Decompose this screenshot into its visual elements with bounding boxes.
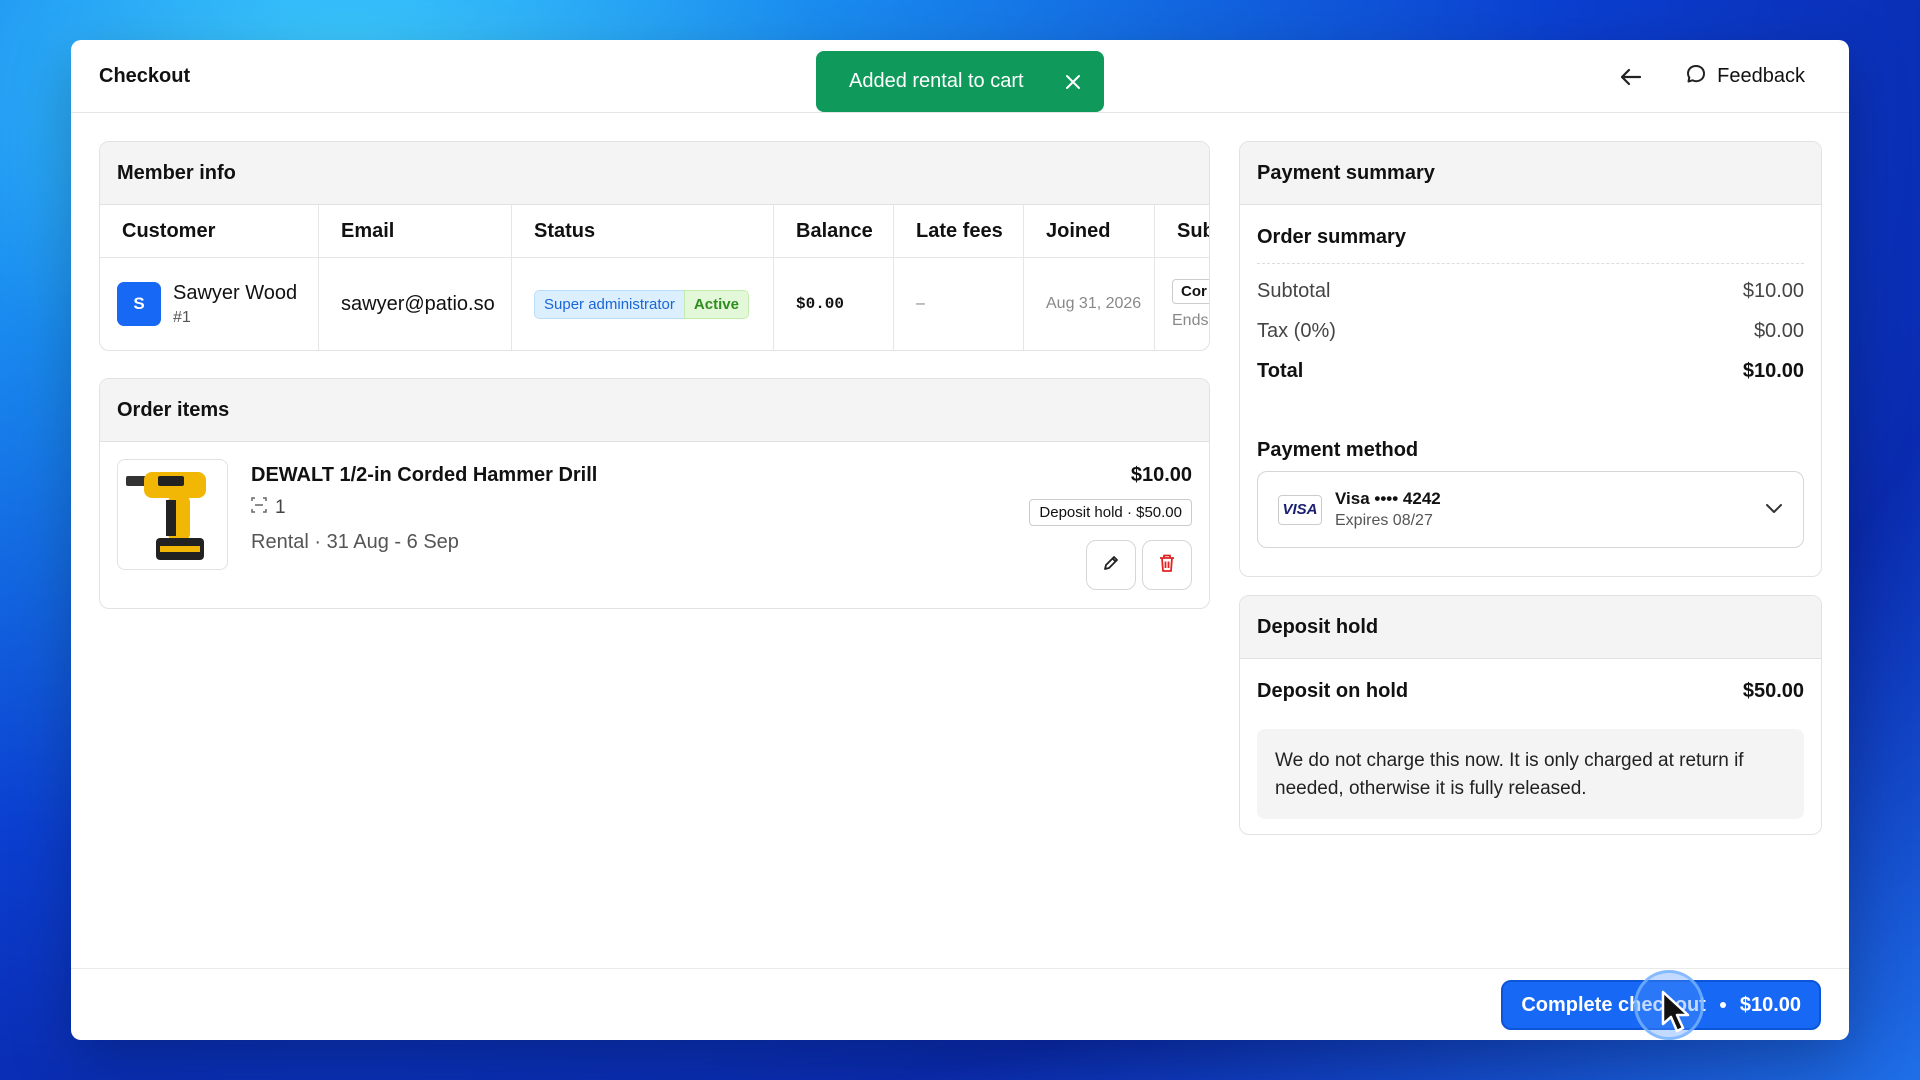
deposit-note: We do not charge this now. It is only ch…	[1257, 729, 1804, 819]
barcode-icon	[251, 497, 267, 519]
feedback-label: Feedback	[1717, 65, 1805, 87]
customer-name: Sawyer Wood	[173, 281, 298, 304]
column-header-email: Email	[319, 205, 512, 257]
tax-row: Tax (0%) $0.00	[1257, 320, 1804, 343]
product-image	[117, 459, 228, 570]
customer-cell: S Sawyer Wood #1	[100, 258, 319, 350]
deposit-pill: Deposit hold · $50.00	[1029, 499, 1192, 526]
status-badge: Active	[683, 289, 749, 319]
deposit-hold-title: Deposit hold	[1240, 596, 1821, 659]
checkout-amount: $10.00	[1739, 993, 1801, 1016]
pencil-icon	[1102, 554, 1120, 577]
total-value: $10.00	[1742, 360, 1804, 382]
item-name: DEWALT 1/2-in Corded Hammer Drill	[251, 464, 598, 486]
joined-cell: Aug 31, 2026	[1024, 258, 1155, 350]
column-header-joined: Joined	[1024, 205, 1155, 257]
chat-bubble-icon	[1685, 63, 1707, 91]
page-title: Checkout	[99, 64, 191, 87]
rental-period: Rental · 31 Aug - 6 Sep	[251, 531, 459, 553]
table-header-row: Customer Email Status Balance Late fees …	[100, 205, 1209, 258]
status-cell: Super administrator Active	[512, 258, 774, 350]
payment-summary-card: Payment summary Order summary Subtotal $…	[1239, 141, 1822, 577]
deposit-label: Deposit on hold	[1257, 680, 1409, 702]
mouse-cursor-icon	[1660, 990, 1694, 1039]
card-number: Visa •••• 4242	[1335, 489, 1441, 508]
member-info-title: Member info	[100, 142, 1209, 205]
deposit-hold-card: Deposit hold Deposit on hold $50.00 We d…	[1239, 595, 1822, 835]
column-header-status: Status	[512, 205, 774, 257]
late-fees-cell: –	[894, 258, 1024, 350]
subscription-ends: Ends	[1172, 311, 1209, 329]
footer-bar: Complete checkout $10.00	[71, 968, 1849, 1040]
card-expiry: Expires 08/27	[1335, 512, 1433, 529]
chevron-down-icon	[1765, 501, 1783, 519]
order-summary-label: Order summary	[1257, 226, 1406, 248]
toast-notification: Added rental to cart	[816, 51, 1104, 112]
total-row: Total $10.00	[1257, 360, 1804, 383]
order-items-card: Order items DEWALT 1/2-in Corded Hammer …	[99, 378, 1210, 609]
payment-method-select[interactable]: VISA Visa •••• 4242 Expires 08/27	[1257, 471, 1804, 548]
total-label: Total	[1257, 360, 1304, 382]
subtotal-value: $10.00	[1742, 280, 1804, 302]
visa-icon: VISA	[1278, 494, 1322, 525]
member-table: Customer Email Status Balance Late fees …	[100, 205, 1209, 350]
subtotal-row: Subtotal $10.00	[1257, 280, 1804, 303]
payment-method-label: Payment method	[1257, 439, 1419, 461]
column-header-customer: Customer	[100, 205, 319, 257]
tax-value: $0.00	[1753, 320, 1804, 342]
email-cell: sawyer@patio.so	[319, 258, 512, 350]
back-arrow-icon[interactable]	[1617, 63, 1645, 91]
trash-icon	[1158, 553, 1176, 578]
tax-label: Tax (0%)	[1257, 320, 1336, 342]
subscription-pill: Cor	[1172, 278, 1209, 304]
checkout-window: Checkout Feedback Added rental to cart M…	[71, 40, 1849, 1040]
toast-message: Added rental to cart	[849, 70, 1024, 92]
close-icon[interactable]	[1062, 71, 1084, 93]
avatar: S	[117, 282, 161, 326]
payment-summary-title: Payment summary	[1240, 142, 1821, 205]
order-item: DEWALT 1/2-in Corded Hammer Drill 1 Rent…	[100, 442, 1209, 608]
delete-button[interactable]	[1142, 540, 1192, 590]
customer-id: #1	[173, 308, 191, 326]
order-items-title: Order items	[100, 379, 1209, 442]
table-row[interactable]: S Sawyer Wood #1 sawyer@patio.so Super a…	[100, 258, 1209, 350]
balance-cell: $0.00	[774, 258, 894, 350]
column-header-late-fees: Late fees	[894, 205, 1024, 257]
quantity-value: 1	[275, 497, 286, 518]
member-info-card: Member info Customer Email Status Balanc…	[99, 141, 1210, 351]
column-header-sub: Sub	[1177, 219, 1209, 242]
deposit-amount: $50.00	[1742, 680, 1804, 702]
item-quantity: 1	[251, 497, 286, 519]
edit-button[interactable]	[1086, 540, 1136, 590]
sub-cell: Cor Ends	[1155, 258, 1209, 350]
feedback-button[interactable]: Feedback	[1685, 63, 1805, 91]
subtotal-label: Subtotal	[1257, 280, 1331, 302]
column-header-balance: Balance	[774, 205, 894, 257]
deposit-row: Deposit on hold $50.00	[1257, 680, 1804, 703]
item-price: $10.00	[1130, 464, 1192, 486]
role-badge: Super administrator	[534, 289, 684, 319]
